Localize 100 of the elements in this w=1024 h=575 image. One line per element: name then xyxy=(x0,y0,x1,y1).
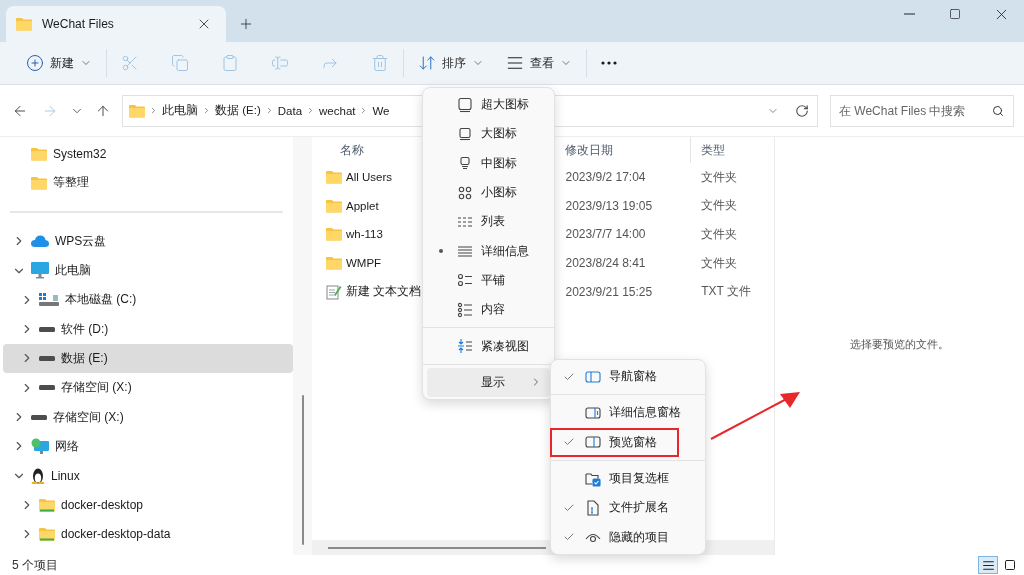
lines-icon xyxy=(457,243,473,260)
menu-item[interactable]: 文件扩展名 xyxy=(555,493,701,523)
lines-icon xyxy=(506,54,524,72)
menu-item[interactable]: 列表 xyxy=(427,207,550,237)
drive-icon xyxy=(39,326,55,332)
date-cell-text: 2023/9/21 15:25 xyxy=(564,284,654,299)
date-cell-text: 2023/9/13 19:05 xyxy=(564,198,654,213)
menu-item[interactable]: 项目复选框 xyxy=(555,463,701,494)
scissors-icon xyxy=(121,54,139,72)
nav-item[interactable]: 存储空间 (X:) xyxy=(3,373,293,403)
breadcrumb[interactable]: wechat xyxy=(319,104,356,117)
nav-item[interactable]: Linux xyxy=(3,460,293,491)
item-count: 5 个项目 xyxy=(12,556,58,574)
column-header[interactable]: 类型 xyxy=(691,137,774,163)
plus-icon xyxy=(238,16,254,32)
pane-icon xyxy=(585,368,601,385)
menu-item[interactable]: 平铺 xyxy=(427,265,550,296)
text-file-icon xyxy=(326,283,342,300)
preview-message: 选择要预览的文件。 xyxy=(850,336,949,352)
grid-icon xyxy=(457,184,473,201)
search-field[interactable]: 在 WeChat Files 中搜索 xyxy=(830,94,1014,127)
menu-item[interactable]: 超大图标 xyxy=(427,90,550,120)
more-icon xyxy=(601,61,617,65)
chevron-right-icon xyxy=(149,106,158,115)
nav-item[interactable]: 数据 (E:) xyxy=(3,343,293,374)
monitor-icon xyxy=(457,96,473,113)
nav-item[interactable]: 本地磁盘 (C:) xyxy=(3,285,293,315)
minimize-icon xyxy=(903,13,915,15)
nav-item[interactable]: 网络 xyxy=(3,431,293,461)
menu-item[interactable]: 预览窗格 xyxy=(555,427,701,457)
copy-icon xyxy=(171,54,189,72)
selected-bullet xyxy=(439,249,443,254)
menu-item[interactable]: 显示 xyxy=(427,367,550,397)
checkbox-icon xyxy=(585,470,601,487)
menu-item[interactable]: 中图标 xyxy=(427,148,550,178)
type-cell-text: 文件夹 xyxy=(700,254,739,272)
clipboard-icon xyxy=(221,54,239,72)
folder-icon xyxy=(39,497,55,512)
view-toggle[interactable] xyxy=(978,556,998,574)
date-cell-text: 2023/9/2 17:04 xyxy=(564,170,647,185)
search-icon xyxy=(992,104,1004,117)
folder-icon xyxy=(326,256,342,271)
rename-icon xyxy=(271,54,289,72)
type-cell-text: TXT 文件 xyxy=(700,283,752,301)
network-icon xyxy=(31,437,49,455)
nav-item[interactable]: docker-desktop-data xyxy=(3,519,293,549)
file-name: 新建 文本文档 xyxy=(346,284,422,300)
type-cell-text: 文件夹 xyxy=(700,226,739,243)
folder-icon xyxy=(326,227,342,242)
menu-item[interactable]: 小图标 xyxy=(427,177,550,208)
nav-item[interactable]: 软件 (D:) xyxy=(3,314,293,344)
folder-icon xyxy=(129,103,145,118)
nav-item[interactable]: 此电脑 xyxy=(3,255,293,286)
content-icon xyxy=(457,301,473,318)
window-tab[interactable]: WeChat Files xyxy=(6,6,226,42)
folder-icon xyxy=(16,17,32,31)
maximize-icon xyxy=(949,8,961,20)
menu-item[interactable]: 详细信息 xyxy=(427,236,550,266)
file-name: wh-113 xyxy=(346,228,383,241)
menu-item[interactable]: 导航窗格 xyxy=(555,362,701,392)
nav-item[interactable]: System32 xyxy=(3,139,293,169)
drive-icon xyxy=(31,414,47,420)
type-cell-text: 文件夹 xyxy=(700,197,739,215)
monitor-icon xyxy=(31,262,49,280)
drive-icon xyxy=(39,355,55,361)
breadcrumb[interactable]: 数据 (E:) xyxy=(215,103,261,118)
nav-item[interactable]: WPS云盘 xyxy=(3,226,293,256)
nav-item[interactable]: 等整理 xyxy=(3,168,293,198)
sort-icon xyxy=(418,54,436,72)
toolbar-button[interactable]: 新建 xyxy=(20,48,98,78)
compact-icon xyxy=(457,338,473,354)
drive-icon xyxy=(39,385,55,391)
breadcrumb[interactable]: We xyxy=(372,104,390,117)
nav-item[interactable]: 存储空间 (X:) xyxy=(3,402,293,432)
folder-icon xyxy=(39,527,55,542)
trash-icon xyxy=(371,54,389,72)
toolbar-button[interactable]: 查看 xyxy=(500,48,578,78)
menu-item[interactable]: 大图标 xyxy=(427,119,550,149)
nav-item[interactable]: docker-desktop xyxy=(3,490,293,520)
toolbar-button[interactable]: 排序 xyxy=(412,48,490,78)
type-cell-text: 文件夹 xyxy=(700,168,739,186)
breadcrumb[interactable]: Data xyxy=(277,104,303,117)
menu-item[interactable]: 详细信息窗格 xyxy=(555,398,701,428)
folder-icon xyxy=(326,198,342,213)
menu-item[interactable]: 隐藏的项目 xyxy=(555,522,701,552)
monitor-icon xyxy=(457,155,473,172)
lines-icon xyxy=(981,558,995,572)
scrollbar[interactable] xyxy=(293,137,312,555)
folder-icon xyxy=(326,170,342,185)
refresh-icon[interactable] xyxy=(795,103,809,118)
square-icon xyxy=(1004,559,1016,571)
folder-icon xyxy=(31,175,47,190)
menu-item[interactable]: 紧凑视图 xyxy=(427,331,550,361)
menu-item[interactable]: 内容 xyxy=(427,295,550,325)
cloud-icon xyxy=(31,235,49,248)
plus-icon xyxy=(26,54,44,72)
drive-icon xyxy=(39,292,59,307)
pane-icon xyxy=(585,404,601,421)
breadcrumb[interactable]: 此电脑 xyxy=(162,103,198,118)
file-name: All Users xyxy=(346,171,392,184)
